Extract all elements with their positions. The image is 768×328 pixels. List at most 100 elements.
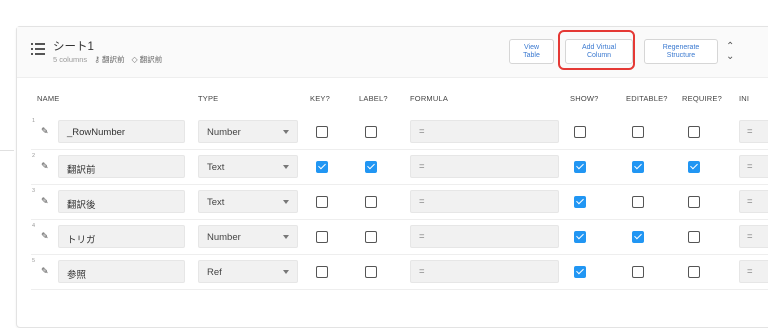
list-icon[interactable] — [31, 43, 45, 55]
pencil-icon[interactable]: ✎ — [41, 231, 49, 242]
caret-down-icon — [283, 130, 289, 134]
pencil-icon[interactable]: ✎ — [41, 196, 49, 207]
require-checkbox[interactable] — [688, 266, 700, 278]
column-type-select[interactable]: Number — [198, 225, 298, 248]
label-checkbox[interactable] — [365, 231, 377, 243]
formula-value: = — [419, 231, 425, 242]
key-checkbox[interactable] — [316, 161, 328, 173]
label-checkbox[interactable] — [365, 266, 377, 278]
table-row: 5 ✎ 参照 Ref = = — [17, 255, 768, 290]
editable-checkbox[interactable] — [632, 161, 644, 173]
editable-checkbox[interactable] — [632, 196, 644, 208]
initial-value: = — [747, 161, 753, 172]
require-checkbox[interactable] — [688, 231, 700, 243]
require-checkbox[interactable] — [688, 161, 700, 173]
row-number: 3 — [32, 188, 36, 194]
col-header-label: LABEL? — [359, 94, 388, 103]
col-header-require: REQUIRE? — [682, 94, 722, 103]
column-name-value: _RowNumber — [67, 127, 126, 138]
formula-field[interactable]: = — [410, 260, 559, 283]
caret-down-icon — [283, 270, 289, 274]
initial-value: = — [747, 126, 753, 137]
sheet-title: シート1 — [53, 41, 94, 53]
column-type-select[interactable]: Text — [198, 190, 298, 213]
column-type-value: Text — [207, 162, 225, 173]
column-type-select[interactable]: Ref — [198, 260, 298, 283]
label-checkbox[interactable] — [365, 161, 377, 173]
initial-value-field[interactable]: = — [739, 190, 768, 213]
pencil-icon[interactable]: ✎ — [41, 161, 49, 172]
pencil-icon[interactable]: ✎ — [41, 126, 49, 137]
formula-field[interactable]: = — [410, 120, 559, 143]
column-name-field[interactable]: 参照 — [58, 260, 185, 283]
column-type-select[interactable]: Number — [198, 120, 298, 143]
initial-value-field[interactable]: = — [739, 155, 768, 178]
table-row: 1 ✎ _RowNumber Number = = — [17, 115, 768, 150]
row-divider — [31, 289, 768, 290]
show-checkbox[interactable] — [574, 196, 586, 208]
label-column-label: 翻訳前 — [139, 55, 163, 64]
initial-value-field[interactable]: = — [739, 120, 768, 143]
column-name-field[interactable]: 翻訳前 — [58, 155, 185, 178]
formula-value: = — [419, 126, 425, 137]
column-type-value: Number — [207, 127, 241, 138]
table-row: 4 ✎ トリガ Number = = — [17, 220, 768, 255]
require-checkbox[interactable] — [688, 126, 700, 138]
column-name-field[interactable]: _RowNumber — [58, 120, 185, 143]
column-name-value: 翻訳後 — [67, 200, 96, 211]
column-name-field[interactable]: トリガ — [58, 225, 185, 248]
col-header-key: KEY? — [310, 94, 330, 103]
row-number: 5 — [32, 258, 36, 264]
show-checkbox[interactable] — [574, 266, 586, 278]
editable-checkbox[interactable] — [632, 126, 644, 138]
sheet-meta: 5 columns ⚷ 翻訳前 ◇ 翻訳前 — [53, 54, 162, 65]
chevron-updown-icon[interactable]: ⌃ ⌄ — [726, 42, 734, 62]
column-name-value: 翻訳前 — [67, 165, 96, 176]
row-number: 4 — [32, 223, 36, 229]
key-checkbox[interactable] — [316, 196, 328, 208]
col-header-editable: EDITABLE? — [626, 94, 668, 103]
caret-down-icon — [283, 165, 289, 169]
pencil-icon[interactable]: ✎ — [41, 266, 49, 277]
key-checkbox[interactable] — [316, 126, 328, 138]
regenerate-line1: Regenerate — [662, 43, 700, 51]
column-type-value: Ref — [207, 267, 222, 278]
caret-down-icon — [283, 235, 289, 239]
col-header-show: SHOW? — [570, 94, 599, 103]
editable-checkbox[interactable] — [632, 266, 644, 278]
col-header-formula: FORMULA — [410, 94, 449, 103]
column-name-field[interactable]: 翻訳後 — [58, 190, 185, 213]
column-type-value: Text — [207, 197, 225, 208]
sheet-header: シート1 5 columns ⚷ 翻訳前 ◇ 翻訳前 View Table Add… — [17, 27, 768, 78]
table-row: 2 ✎ 翻訳前 Text = = — [17, 150, 768, 185]
column-type-value: Number — [207, 232, 241, 243]
view-table-button[interactable]: View Table — [509, 39, 554, 64]
label-checkbox[interactable] — [365, 126, 377, 138]
table-card: シート1 5 columns ⚷ 翻訳前 ◇ 翻訳前 View Table Add… — [16, 26, 768, 328]
initial-value-field[interactable]: = — [739, 225, 768, 248]
key-checkbox[interactable] — [316, 231, 328, 243]
column-type-select[interactable]: Text — [198, 155, 298, 178]
red-highlight-box — [558, 30, 635, 70]
columns-count: 5 columns — [53, 55, 88, 64]
show-checkbox[interactable] — [574, 161, 586, 173]
formula-field[interactable]: = — [410, 225, 559, 248]
label-checkbox[interactable] — [365, 196, 377, 208]
require-checkbox[interactable] — [688, 196, 700, 208]
caret-down-icon — [283, 200, 289, 204]
regenerate-line2: Structure — [666, 51, 696, 59]
editable-checkbox[interactable] — [632, 231, 644, 243]
show-checkbox[interactable] — [574, 231, 586, 243]
key-checkbox[interactable] — [316, 266, 328, 278]
formula-field[interactable]: = — [410, 190, 559, 213]
formula-value: = — [419, 196, 425, 207]
column-name-value: 参照 — [67, 270, 87, 281]
formula-field[interactable]: = — [410, 155, 559, 178]
col-header-name: NAME — [37, 94, 60, 103]
initial-value-field[interactable]: = — [739, 260, 768, 283]
row-number: 2 — [32, 153, 36, 159]
key-icon: ⚷ — [94, 55, 101, 64]
formula-value: = — [419, 161, 425, 172]
regenerate-structure-button[interactable]: Regenerate Structure — [644, 39, 718, 64]
show-checkbox[interactable] — [574, 126, 586, 138]
